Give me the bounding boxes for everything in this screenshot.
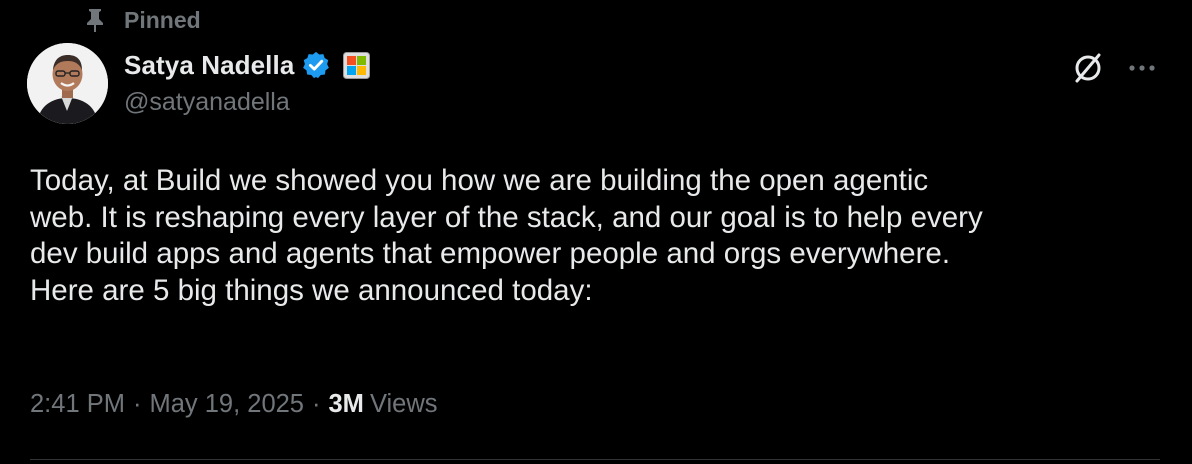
avatar[interactable] xyxy=(27,43,108,124)
verified-badge-icon[interactable] xyxy=(301,50,331,80)
views-label: Views xyxy=(369,389,438,418)
more-icon[interactable] xyxy=(1124,50,1160,86)
tweet-text: Today, at Build we showed you how we are… xyxy=(30,164,983,307)
tweet-time[interactable]: 2:41 PM xyxy=(30,390,125,419)
pinned-label: Pinned xyxy=(124,6,201,33)
meta-separator: · xyxy=(312,389,321,418)
divider xyxy=(30,459,1160,460)
pin-icon xyxy=(80,5,110,35)
author-handle[interactable]: @satyanadella xyxy=(124,88,290,117)
tweet-meta: 2:41 PM · May 19, 2025 · 3M Views xyxy=(30,385,438,423)
grok-icon[interactable] xyxy=(1070,50,1106,86)
author-name-row: Satya Nadella xyxy=(124,44,371,86)
author-display-name[interactable]: Satya Nadella xyxy=(124,50,294,81)
pinned-indicator: Pinned xyxy=(80,4,201,36)
meta-separator: · xyxy=(132,389,142,418)
views-count[interactable]: 3M xyxy=(329,390,364,419)
tweet-date[interactable]: May 19, 2025 xyxy=(149,390,304,419)
microsoft-affiliate-badge-icon[interactable] xyxy=(343,51,371,79)
